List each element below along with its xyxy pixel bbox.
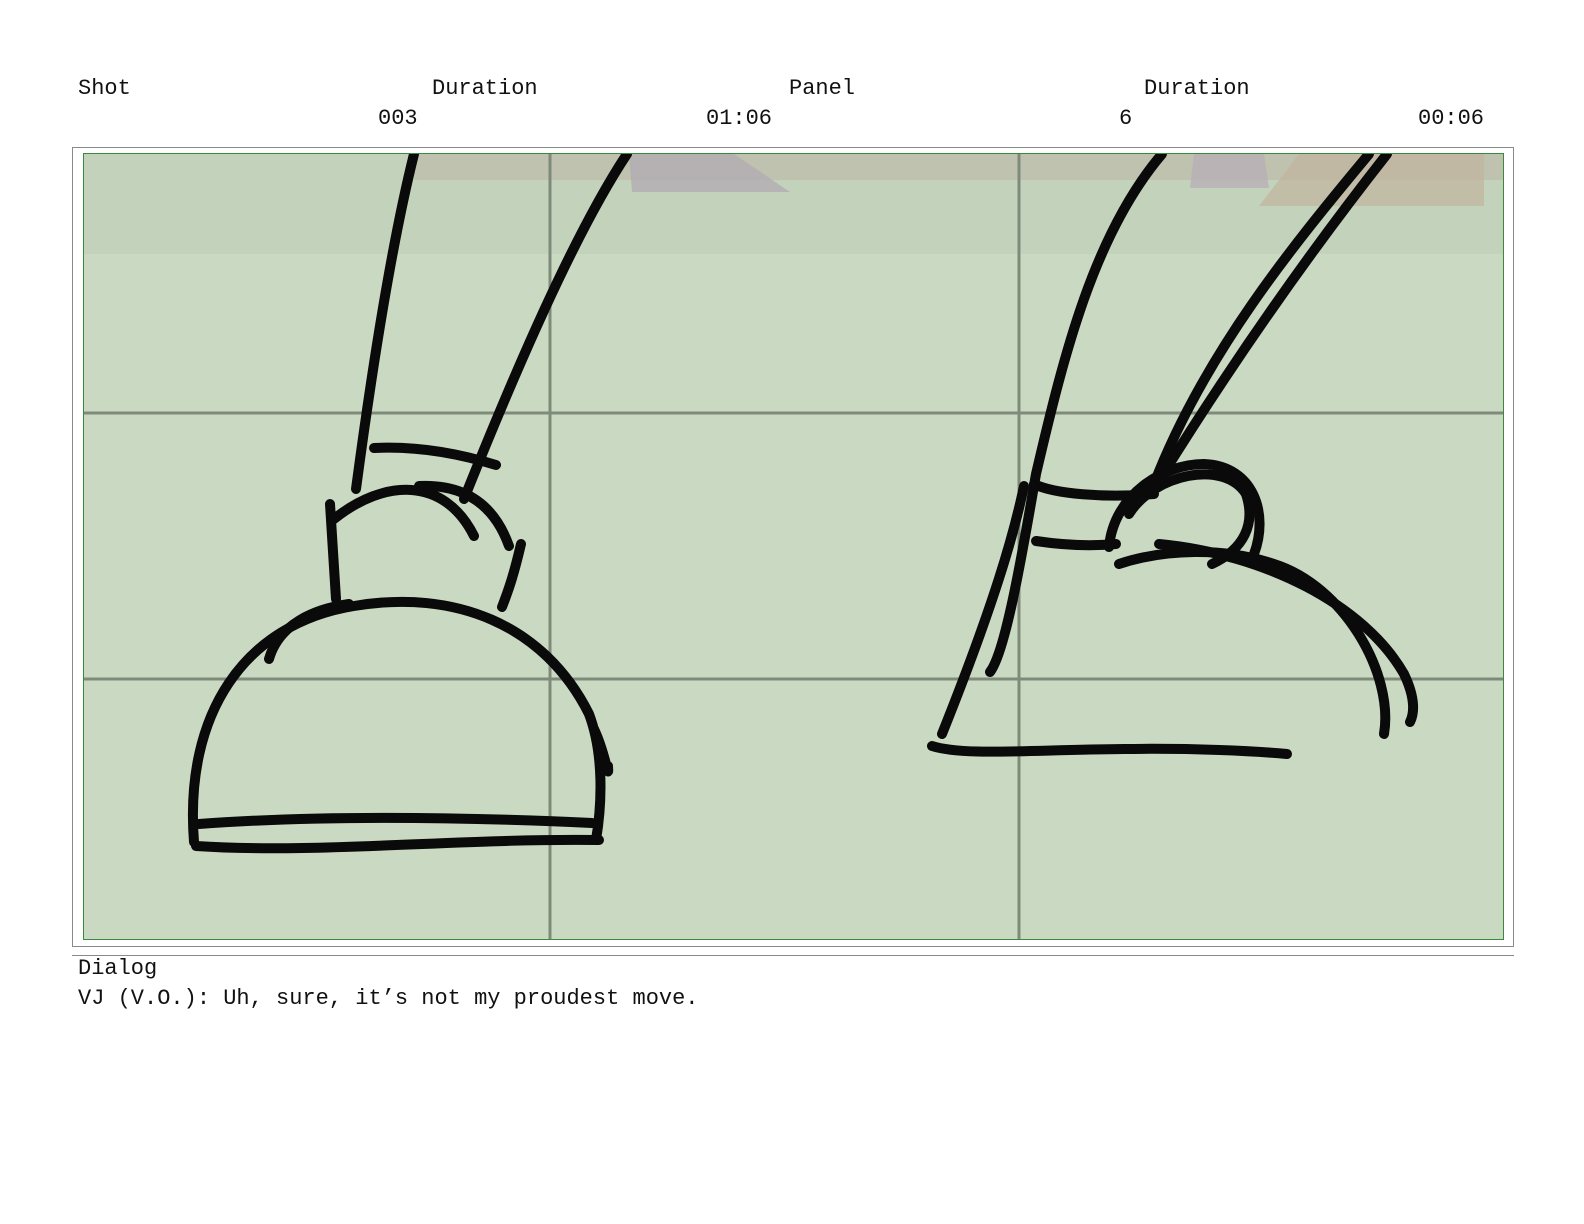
- panel-duration-label: Duration: [1144, 76, 1250, 101]
- storyboard-panel-image: [83, 153, 1504, 940]
- shot-label: Shot: [78, 76, 131, 101]
- background-rock-shape: [1190, 154, 1269, 188]
- panel-label: Panel: [789, 76, 856, 101]
- panel-duration-value: 00:06: [1418, 106, 1485, 131]
- dialog-label: Dialog: [78, 956, 158, 981]
- shot-duration-label: Duration: [432, 76, 538, 101]
- storyboard-sketch: [84, 154, 1503, 939]
- dialog-divider: [72, 955, 1514, 956]
- shot-number: 003: [378, 106, 418, 131]
- panel-number: 6: [1119, 106, 1133, 131]
- shot-duration-value: 01:06: [706, 106, 773, 131]
- left-foot-sketch: [187, 154, 632, 854]
- dialog-text: VJ (V.O.): Uh, sure, it’s not my proudes…: [78, 986, 699, 1011]
